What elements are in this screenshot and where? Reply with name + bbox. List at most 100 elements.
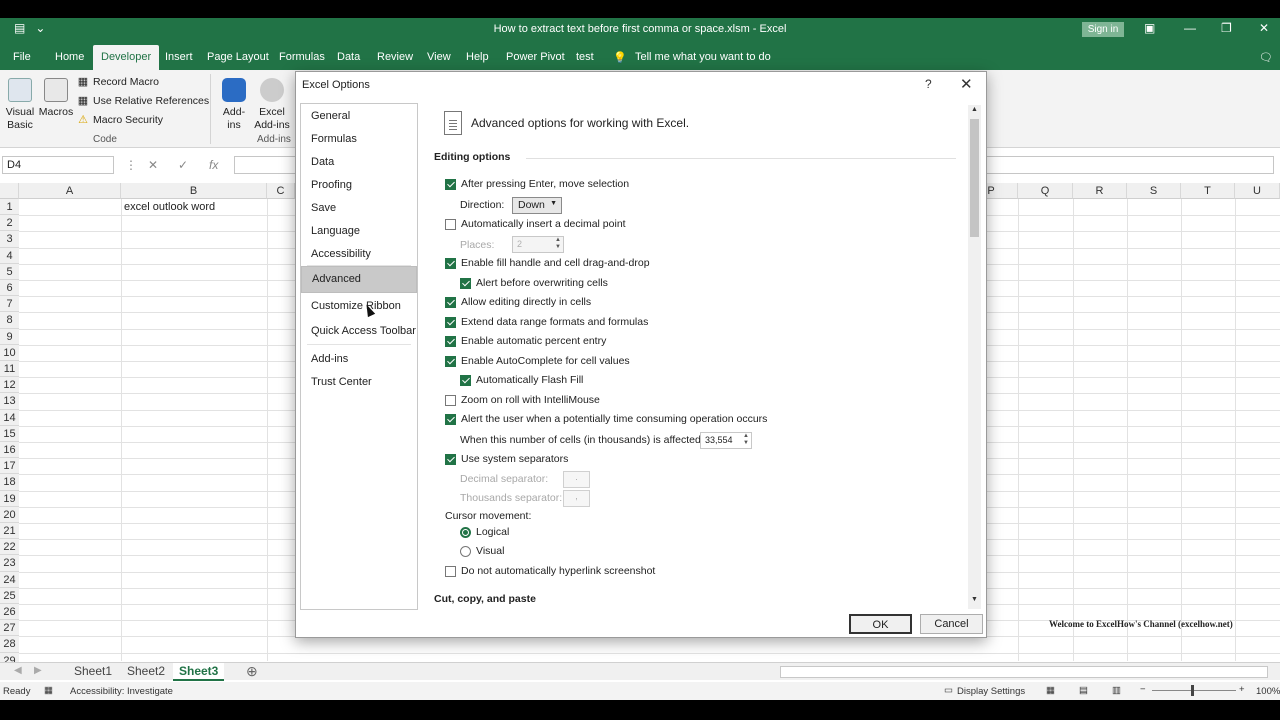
close-icon[interactable]: ✕ xyxy=(960,75,973,93)
tab-test[interactable]: test xyxy=(576,51,594,63)
checkbox-checked[interactable] xyxy=(445,257,456,269)
relative-references-button[interactable]: ▦ Use Relative References xyxy=(77,95,209,107)
row-header[interactable]: 12 xyxy=(0,377,19,394)
cancel-icon[interactable]: ✕ xyxy=(148,158,158,172)
close-window-icon[interactable]: ✕ xyxy=(1259,21,1269,35)
select-all-corner[interactable] xyxy=(0,183,19,199)
tab-view[interactable]: View xyxy=(427,51,451,63)
nav-advanced[interactable]: Advanced xyxy=(301,266,417,293)
tab-formulas[interactable]: Formulas xyxy=(279,51,325,63)
column-header-u[interactable]: U xyxy=(1235,183,1280,199)
column-header-b[interactable]: B xyxy=(121,183,267,199)
restore-icon[interactable]: ❐ xyxy=(1221,21,1232,35)
checkbox-unchecked[interactable] xyxy=(445,218,456,230)
row-header[interactable]: 6 xyxy=(0,280,19,297)
row-header[interactable]: 23 xyxy=(0,555,19,572)
sheet-tab-sheet3[interactable]: Sheet3 xyxy=(173,663,225,681)
add-sheet-icon[interactable]: ⊕ xyxy=(246,663,258,680)
display-settings[interactable]: Display Settings xyxy=(957,686,1025,697)
cell-b1[interactable]: excel outlook word xyxy=(124,201,215,213)
zoom-roll-option[interactable]: Zoom on roll with IntelliMouse xyxy=(445,394,600,406)
accessibility-status[interactable]: Accessibility: Investigate xyxy=(70,686,173,697)
logical-option[interactable]: Logical xyxy=(460,526,509,538)
tab-review[interactable]: Review xyxy=(377,51,413,63)
nav-accessibility[interactable]: Accessibility xyxy=(301,243,417,265)
row-header[interactable]: 28 xyxy=(0,636,19,653)
column-header-s[interactable]: S xyxy=(1127,183,1181,199)
macro-security-button[interactable]: ⚠ Macro Security xyxy=(77,114,163,126)
enter-icon[interactable]: ✓ xyxy=(178,158,188,172)
row-header[interactable]: 8 xyxy=(0,312,19,329)
zoom-slider[interactable] xyxy=(1152,690,1236,691)
column-header-t[interactable]: T xyxy=(1181,183,1235,199)
tell-me-box[interactable]: Tell me what you want to do xyxy=(635,51,771,63)
column-header-a[interactable]: A xyxy=(19,183,121,199)
column-header-r[interactable]: R xyxy=(1073,183,1127,199)
page-layout-view-icon[interactable]: ▤ xyxy=(1079,685,1088,696)
tab-data[interactable]: Data xyxy=(337,51,360,63)
scroll-right-icon[interactable]: ▶ xyxy=(34,665,42,676)
checkbox-checked[interactable] xyxy=(460,374,471,386)
row-header[interactable]: 20 xyxy=(0,506,19,523)
cancel-button[interactable]: Cancel xyxy=(920,614,983,634)
checkbox-checked[interactable] xyxy=(445,296,456,308)
minimize-icon[interactable]: — xyxy=(1184,21,1196,35)
options-scrollbar[interactable]: ▲ ▼ xyxy=(968,105,981,609)
tab-developer[interactable]: Developer xyxy=(93,45,160,70)
row-header[interactable]: 18 xyxy=(0,474,19,491)
checkbox-unchecked[interactable] xyxy=(445,394,456,406)
visual-basic-button[interactable]: Visual Basic xyxy=(4,78,36,132)
checkbox-checked[interactable] xyxy=(445,413,456,425)
row-header[interactable]: 21 xyxy=(0,523,19,540)
no-hyperlink-option[interactable]: Do not automatically hyperlink screensho… xyxy=(445,565,655,577)
sheet-tab-sheet1[interactable]: Sheet1 xyxy=(68,663,118,681)
row-header[interactable]: 4 xyxy=(0,247,19,264)
insert-function-button[interactable]: fx xyxy=(209,158,218,172)
row-header[interactable]: 25 xyxy=(0,587,19,604)
row-header[interactable]: 13 xyxy=(0,393,19,410)
tab-home[interactable]: Home xyxy=(55,51,84,63)
checkbox-checked[interactable] xyxy=(445,316,456,328)
macros-button[interactable]: Macros xyxy=(38,78,74,119)
edit-in-cells-option[interactable]: Allow editing directly in cells xyxy=(445,296,591,308)
row-header[interactable]: 22 xyxy=(0,539,19,556)
cells-affected-spinner[interactable]: 33,554 ▲ ▼ xyxy=(700,432,752,449)
zoom-out-icon[interactable]: − xyxy=(1140,684,1146,695)
name-box[interactable]: D4 xyxy=(2,156,114,174)
row-header[interactable]: 10 xyxy=(0,344,19,361)
direction-select[interactable]: Down xyxy=(512,197,562,214)
row-header[interactable]: 14 xyxy=(0,409,19,426)
nav-proofing[interactable]: Proofing xyxy=(301,174,417,196)
horizontal-scrollbar[interactable] xyxy=(780,666,1268,678)
tab-power-pivot[interactable]: Power Pivot xyxy=(506,51,565,63)
row-header[interactable]: 3 xyxy=(0,231,19,248)
system-separators-option[interactable]: Use system separators xyxy=(445,453,568,465)
row-header[interactable]: 27 xyxy=(0,620,19,637)
row-header[interactable]: 1 xyxy=(0,199,19,216)
row-header[interactable]: 26 xyxy=(0,604,19,621)
checkbox-checked[interactable] xyxy=(445,178,456,190)
nav-data[interactable]: Data xyxy=(301,151,417,173)
nav-customize-ribbon[interactable]: Customize Ribbon xyxy=(301,295,417,317)
alert-time-option[interactable]: Alert the user when a potentially time c… xyxy=(445,413,767,425)
visual-option[interactable]: Visual xyxy=(460,545,504,557)
radio-selected[interactable] xyxy=(460,526,471,538)
auto-percent-option[interactable]: Enable automatic percent entry xyxy=(445,335,606,347)
normal-view-icon[interactable]: ▦ xyxy=(1046,685,1055,696)
tab-page-layout[interactable]: Page Layout xyxy=(207,51,269,63)
extend-formats-option[interactable]: Extend data range formats and formulas xyxy=(445,316,648,328)
scroll-down-icon[interactable]: ▼ xyxy=(970,596,979,603)
checkbox-unchecked[interactable] xyxy=(445,565,456,577)
spinner-arrows-icon[interactable]: ▲ ▼ xyxy=(743,433,749,447)
column-header-c[interactable]: C xyxy=(267,183,295,199)
row-header[interactable]: 16 xyxy=(0,442,19,459)
tab-file[interactable]: File xyxy=(13,51,31,63)
row-header[interactable]: 17 xyxy=(0,458,19,475)
row-header[interactable]: 24 xyxy=(0,571,19,588)
alert-overwrite-option[interactable]: Alert before overwriting cells xyxy=(460,277,608,289)
help-button[interactable]: ? xyxy=(925,77,932,91)
scroll-up-icon[interactable]: ▲ xyxy=(970,106,979,113)
macro-record-icon[interactable]: ▦ xyxy=(44,685,53,696)
auto-decimal-option[interactable]: Automatically insert a decimal point xyxy=(445,218,626,230)
zoom-in-icon[interactable]: + xyxy=(1239,684,1245,695)
